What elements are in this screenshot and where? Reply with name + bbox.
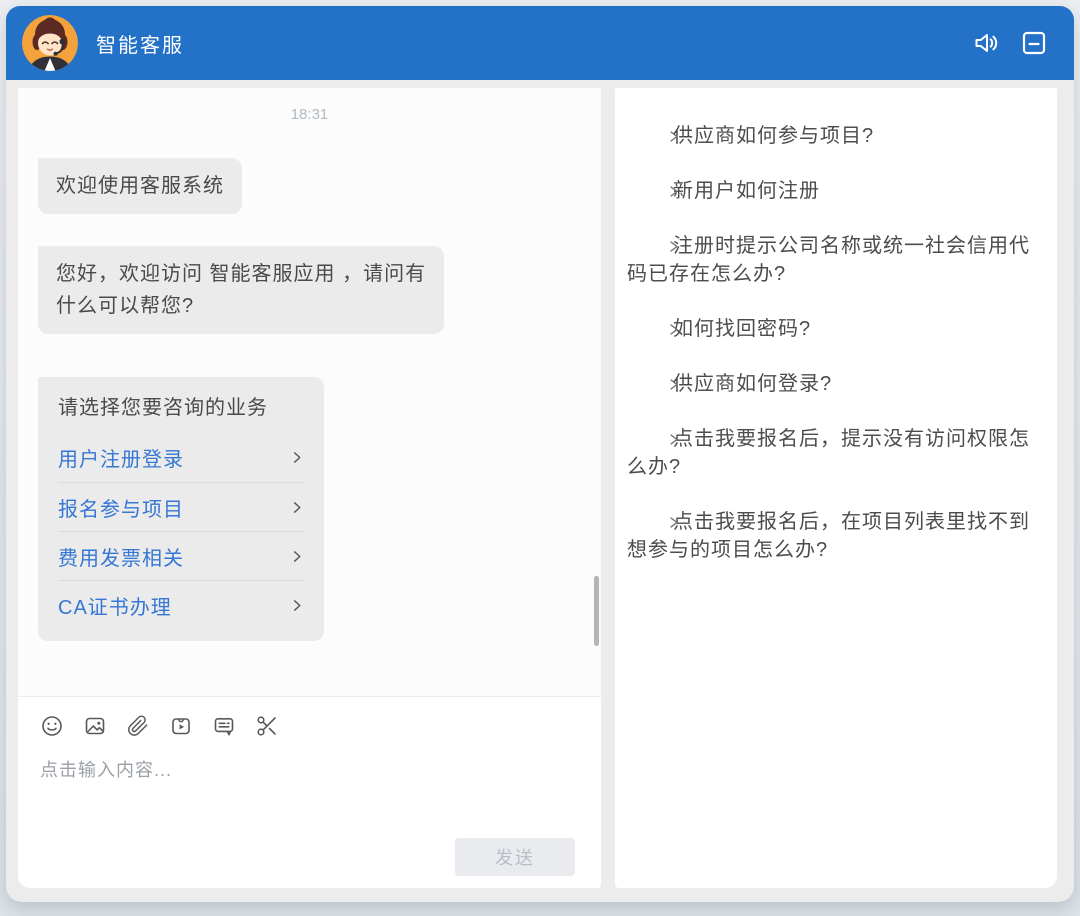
menu-item-signup-project[interactable]: 报名参与项目: [58, 482, 304, 531]
chevron-right-icon: [667, 130, 680, 143]
faq-question: 点击我要报名后，在项目列表里找不到 想参与的项目怎么办?: [627, 511, 1030, 561]
header-title: 智能客服: [96, 6, 184, 80]
message-list: 18:31 欢迎使用客服系统 您好，欢迎访问 智能客服应用 ，请问有 什么可以帮…: [18, 88, 601, 697]
agent-avatar-illustration: [22, 15, 78, 71]
chevron-right-icon: [289, 500, 304, 515]
conversation-panel: 18:31 欢迎使用客服系统 您好，欢迎访问 智能客服应用 ，请问有 什么可以帮…: [18, 88, 601, 888]
menu-item-label: CA证书办理: [58, 591, 172, 620]
chevron-right-icon: [667, 378, 680, 391]
message-bubble: 您好，欢迎访问 智能客服应用 ，请问有 什么可以帮您?: [38, 246, 444, 334]
chat-bubble-icon[interactable]: [212, 714, 236, 738]
faq-item[interactable]: 点击我要报名后，在项目列表里找不到 想参与的项目怎么办?: [627, 508, 1041, 564]
volume-icon[interactable]: [972, 29, 1000, 57]
avatar: [22, 15, 78, 71]
send-button[interactable]: 发送: [455, 838, 575, 876]
faq-panel: 供应商如何参与项目? 新用户如何注册 注册时提示公司名称或统一社会信用代 码已存…: [615, 88, 1057, 888]
emoji-icon[interactable]: [40, 714, 64, 738]
chevron-right-icon: [667, 185, 680, 198]
header-actions: [972, 6, 1048, 80]
menu-item-label: 报名参与项目: [58, 493, 184, 522]
faq-item[interactable]: 供应商如何参与项目?: [627, 122, 1041, 150]
menu-card: 请选择您要咨询的业务 用户注册登录 报名参与项目 费用发票相关: [38, 377, 324, 641]
chat-widget: 智能客服 18:31 欢迎使用客服系统 您好，欢迎访问 智能客服应用 ，请问有 …: [6, 6, 1074, 902]
faq-question: 如何找回密码?: [673, 318, 811, 340]
chevron-right-icon: [667, 433, 680, 446]
minimize-icon[interactable]: [1020, 29, 1048, 57]
faq-item[interactable]: 如何找回密码?: [627, 315, 1041, 343]
attachment-icon[interactable]: [126, 714, 150, 738]
timestamp: 18:31: [18, 106, 601, 123]
menu-item-ca-certificate[interactable]: CA证书办理: [58, 580, 304, 629]
menu-item-fee-invoice[interactable]: 费用发票相关: [58, 531, 304, 580]
chevron-right-icon: [289, 549, 304, 564]
faq-question: 供应商如何登录?: [673, 373, 832, 395]
faq-question: 注册时提示公司名称或统一社会信用代 码已存在怎么办?: [627, 235, 1030, 285]
menu-card-title: 请选择您要咨询的业务: [58, 395, 304, 421]
chevron-right-icon: [289, 598, 304, 613]
image-icon[interactable]: [83, 714, 107, 738]
scissors-icon[interactable]: [255, 714, 279, 738]
header: 智能客服: [6, 6, 1074, 80]
faq-question: 新用户如何注册: [673, 180, 820, 202]
chevron-right-icon: [667, 323, 680, 336]
scrollbar-thumb[interactable]: [594, 576, 599, 646]
chevron-right-icon: [667, 240, 680, 253]
composer: 点击输入内容... 发送: [18, 698, 601, 888]
composer-toolbar: [40, 714, 279, 738]
video-icon[interactable]: [169, 714, 193, 738]
faq-question: 供应商如何参与项目?: [673, 125, 874, 147]
faq-item[interactable]: 点击我要报名后，提示没有访问权限怎 么办?: [627, 425, 1041, 481]
menu-item-user-register-login[interactable]: 用户注册登录: [58, 433, 304, 482]
message-bubble: 欢迎使用客服系统: [38, 158, 242, 214]
faq-item[interactable]: 新用户如何注册: [627, 177, 1041, 205]
composer-input[interactable]: 点击输入内容...: [40, 756, 581, 826]
faq-item[interactable]: 供应商如何登录?: [627, 370, 1041, 398]
faq-question: 点击我要报名后，提示没有访问权限怎 么办?: [627, 428, 1030, 478]
faq-item[interactable]: 注册时提示公司名称或统一社会信用代 码已存在怎么办?: [627, 232, 1041, 288]
menu-item-label: 费用发票相关: [58, 542, 184, 571]
chevron-right-icon: [289, 450, 304, 465]
menu-item-label: 用户注册登录: [58, 443, 184, 472]
chevron-right-icon: [667, 516, 680, 529]
